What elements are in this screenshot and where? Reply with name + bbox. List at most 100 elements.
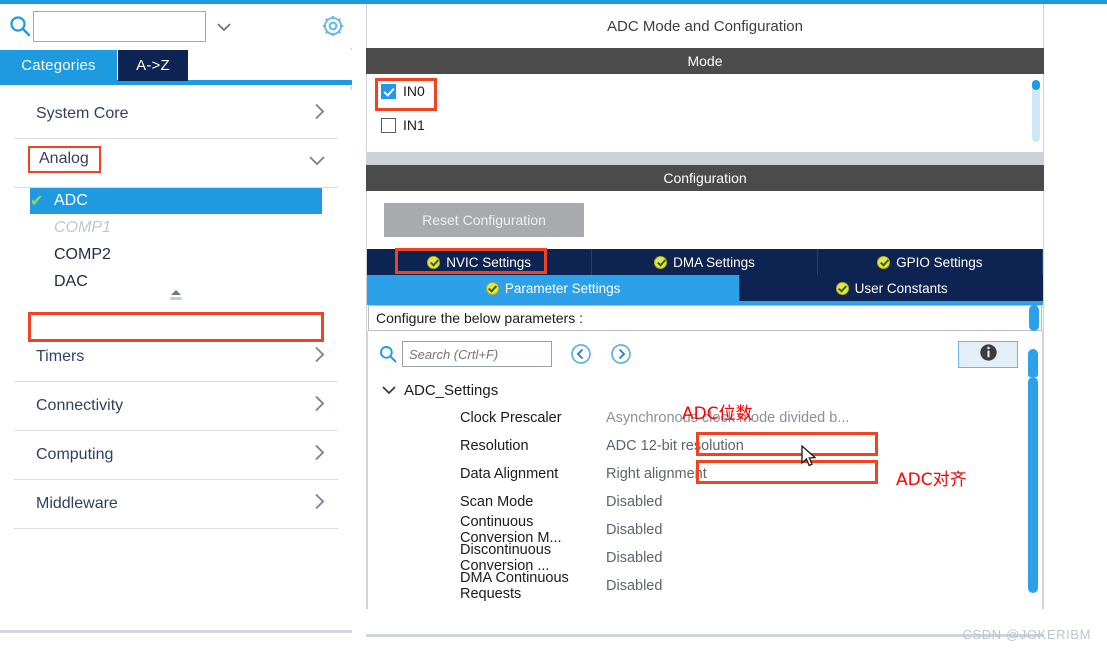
sidebar-item-connectivity[interactable]: Connectivity <box>14 382 338 431</box>
channel-in1-row[interactable]: IN1 <box>367 108 1043 142</box>
param-value-clock-prescaler[interactable]: Asynchronous clock mode divided b... <box>606 410 849 426</box>
channel-in0-checkbox[interactable] <box>381 83 396 99</box>
param-value-discontinuous-conversion[interactable]: Disabled <box>606 550 662 566</box>
note-scrollbar-thumb[interactable] <box>1029 305 1039 331</box>
reset-button-row: Reset Configuration <box>367 191 1043 249</box>
search-bar-scrollbar-thumb[interactable] <box>1028 349 1038 379</box>
parameter-search-bar <box>367 331 1043 379</box>
panel-bottom-edge <box>366 634 1044 637</box>
mode-section-header: Mode <box>366 48 1044 74</box>
component-tree: System Core Analog Analog <box>0 90 352 626</box>
chevron-left-circle-icon[interactable] <box>570 343 592 365</box>
sidebar-item-dac[interactable]: DAC <box>30 268 352 295</box>
sidebar-item-system-core[interactable]: System Core <box>14 90 338 139</box>
chevron-right-icon <box>314 346 326 369</box>
parameter-search-input[interactable] <box>402 341 552 367</box>
sidebar-item-connectivity-label: Connectivity <box>36 397 124 414</box>
chevron-down-icon[interactable] <box>382 383 396 398</box>
tab-gpio-settings-label: GPIO Settings <box>896 254 983 270</box>
param-row-dma-continuous-requests[interactable]: DMA Continuous Requests Disabled <box>368 570 1042 602</box>
watermark: CSDN @JOKERIBM <box>962 627 1091 642</box>
tab-nvic-settings-label: NVIC Settings <box>446 254 532 270</box>
tab-parameter-settings[interactable]: Parameter Settings <box>367 275 741 301</box>
tab-dma-settings[interactable]: DMA Settings <box>592 249 818 275</box>
param-group-adc-settings[interactable]: ADC_Settings <box>368 377 1042 404</box>
sidebar-item-timers[interactable]: Timers <box>14 333 338 382</box>
check-circle-icon <box>654 255 668 269</box>
info-button[interactable] <box>958 341 1018 368</box>
param-row-resolution[interactable]: Resolution ADC 12-bit resolution <box>368 432 1042 460</box>
tab-parameter-settings-label: Parameter Settings <box>504 280 621 296</box>
mode-section-body: IN0 IN1 <box>366 74 1044 152</box>
param-value-scan-mode[interactable]: Disabled <box>606 494 662 510</box>
sidebar-item-computing[interactable]: Computing <box>14 431 338 480</box>
sidebar-item-comp1[interactable]: COMP1 <box>30 214 352 241</box>
param-name-clock-prescaler: Clock Prescaler <box>460 410 562 426</box>
chevron-down-icon <box>308 154 326 172</box>
section-divider <box>366 152 1044 165</box>
param-name-resolution: Resolution <box>460 438 529 454</box>
gear-icon[interactable] <box>320 13 346 39</box>
mode-scrollbar[interactable] <box>1032 80 1040 142</box>
param-value-continuous-conversion-mode[interactable]: Disabled <box>606 522 662 538</box>
check-circle-icon <box>835 281 849 295</box>
sidebar-item-comp2-label: COMP2 <box>54 245 111 263</box>
component-search-combobox[interactable] <box>33 11 231 42</box>
chevron-right-icon <box>314 395 326 418</box>
param-row-continuous-conversion-mode[interactable]: Continuous Conversion M... Disabled <box>368 514 1042 546</box>
tab-user-constants[interactable]: User Constants <box>740 275 1043 301</box>
search-input[interactable] <box>34 12 216 41</box>
chevron-right-icon <box>314 493 326 516</box>
mode-scrollbar-thumb[interactable] <box>1032 80 1040 90</box>
sidebar-item-adc[interactable]: ✔ ADC <box>30 188 322 214</box>
param-row-scan-mode[interactable]: Scan Mode Disabled <box>368 488 1042 516</box>
search-icon <box>378 344 398 364</box>
sidebar-item-comp1-label: COMP1 <box>54 218 111 236</box>
sidebar-item-dac-label: DAC <box>54 272 88 290</box>
tab-gpio-settings[interactable]: GPIO Settings <box>817 249 1043 275</box>
param-value-resolution[interactable]: ADC 12-bit resolution <box>606 438 744 454</box>
parameter-scrollbar[interactable] <box>1028 377 1038 609</box>
application-window: Categories A->Z System Core Analog Analo… <box>0 0 1107 650</box>
param-value-dma-continuous-requests[interactable]: Disabled <box>606 578 662 594</box>
tab-categories-label: Categories <box>21 57 96 74</box>
tab-nvic-settings[interactable]: NVIC Settings <box>367 249 593 275</box>
sidebar-tabs: Categories A->Z <box>0 50 352 86</box>
channel-in1-checkbox[interactable] <box>381 117 396 133</box>
param-group-label: ADC_Settings <box>404 382 499 399</box>
sidebar-search-row <box>0 4 352 48</box>
settings-tabs-row-2: Parameter Settings User Constants <box>367 275 1043 301</box>
search-icon <box>8 14 32 38</box>
check-circle-icon <box>877 255 891 269</box>
param-row-data-alignment[interactable]: Data Alignment Right alignment <box>368 460 1042 488</box>
parameter-scrollbar-thumb[interactable] <box>1028 377 1038 593</box>
configuration-section-header: Configuration <box>366 165 1044 191</box>
tab-a-to-z[interactable]: A->Z <box>118 50 188 81</box>
channel-in1-label: IN1 <box>403 117 425 133</box>
reset-configuration-button[interactable]: Reset Configuration <box>384 203 584 237</box>
sidebar-item-timers-label: Timers <box>36 348 85 365</box>
sidebar-item-analog[interactable]: Analog Analog <box>14 139 338 188</box>
sidebar-item-computing-label: Computing <box>36 446 114 463</box>
param-name-dma-continuous-requests: DMA Continuous Requests <box>460 570 569 602</box>
sidebar-item-middleware-label: Middleware <box>36 495 118 512</box>
sidebar-item-middleware[interactable]: Middleware <box>14 480 338 529</box>
sidebar-item-analog-label: Analog <box>28 146 101 173</box>
sidebar-item-adc-label: ADC <box>54 192 88 209</box>
sidebar-item-comp2[interactable]: COMP2 <box>30 241 352 268</box>
info-icon <box>979 343 998 367</box>
chevron-right-circle-icon[interactable] <box>610 343 632 365</box>
check-circle-icon <box>485 281 499 295</box>
configuration-section-body: Reset Configuration NVIC Settings DMA Se… <box>366 191 1044 609</box>
channel-in0-row[interactable]: IN0 <box>367 74 1043 108</box>
chevron-down-icon[interactable] <box>216 12 232 41</box>
component-sidebar: Categories A->Z System Core Analog Analo… <box>0 4 352 633</box>
adc-configuration-panel: ADC Mode and Configuration Mode IN0 IN1 … <box>366 4 1044 636</box>
param-row-discontinuous-conversion[interactable]: Discontinuous Conversion ... Disabled <box>368 542 1042 574</box>
param-value-data-alignment[interactable]: Right alignment <box>606 466 707 482</box>
tab-categories[interactable]: Categories <box>0 50 117 81</box>
sidebar-item-system-core-label: System Core <box>36 105 129 122</box>
check-circle-icon <box>427 255 441 269</box>
param-row-clock-prescaler[interactable]: Clock Prescaler Asynchronous clock mode … <box>368 404 1042 432</box>
note-scrollbar[interactable] <box>1029 305 1039 331</box>
